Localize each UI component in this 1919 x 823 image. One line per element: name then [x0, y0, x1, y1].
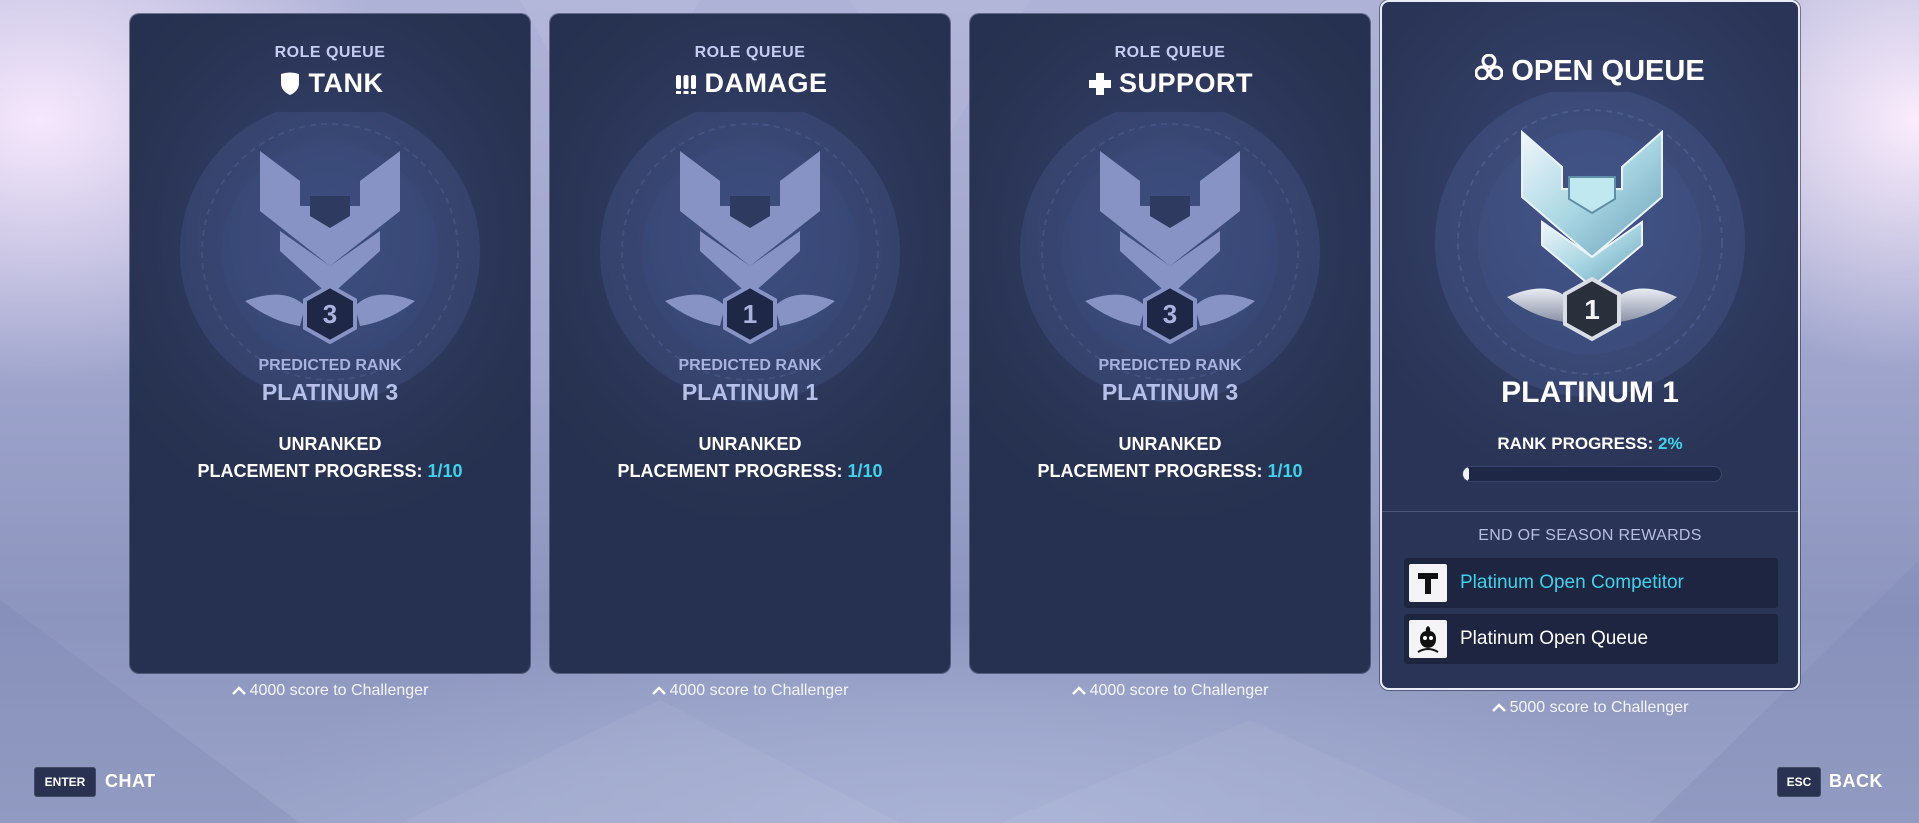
platinum-rank-icon: 3	[245, 151, 415, 345]
role-name: TANK	[308, 68, 384, 98]
placement-label: PLACEMENT PROGRESS:	[1037, 461, 1263, 481]
shield-icon	[277, 71, 303, 97]
reward-item[interactable]: Platinum Open Competitor	[1404, 558, 1778, 608]
rank-status: UNRANKED	[1118, 434, 1222, 454]
role-card-support[interactable]: ROLE QUEUE SUPPORT 3 PREDICTED RANK PLAT…	[970, 14, 1370, 673]
predicted-rank: PLATINUM 3	[261, 379, 399, 405]
platinum-rank-icon: 1	[1507, 129, 1677, 342]
chevron-up-icon	[231, 686, 246, 695]
score-text: 5000 score to Challenger	[1509, 699, 1689, 716]
predicted-rank: PLATINUM 1	[681, 379, 819, 405]
cross-icon	[1087, 71, 1113, 97]
score-text: 4000 score to Challenger	[1089, 682, 1269, 699]
platinum-rank-icon: 1	[665, 151, 835, 345]
predicted-rank-label: PREDICTED RANK	[258, 357, 402, 374]
title-t-icon	[1409, 564, 1447, 602]
role-title: SUPPORT	[970, 68, 1370, 99]
role-name: DAMAGE	[704, 68, 828, 98]
placement-value: 1/10	[427, 461, 463, 481]
enter-key[interactable]: ENTER	[34, 767, 96, 797]
score-to-challenger: 4000 score to Challenger	[130, 682, 530, 700]
divider	[1382, 511, 1798, 512]
score-to-challenger: 4000 score to Challenger	[550, 682, 950, 700]
esc-key[interactable]: ESC	[1777, 767, 1821, 797]
rank-status: UNRANKED	[698, 434, 802, 454]
predicted-rank-label: PREDICTED RANK	[678, 357, 822, 374]
three-circles-icon	[1474, 53, 1504, 88]
role-title: TANK	[130, 68, 530, 99]
chevron-up-icon	[1491, 703, 1506, 712]
predicted-rank-label: PREDICTED RANK	[1098, 357, 1242, 374]
rank-progress-bar	[1462, 466, 1722, 482]
open-queue-rank: PLATINUM 1	[1501, 376, 1679, 409]
open-queue-title: OPEN QUEUE	[1382, 53, 1798, 88]
chevron-up-icon	[651, 686, 666, 695]
chat-button[interactable]: CHAT	[105, 771, 156, 792]
rank-division-number: 3	[1163, 299, 1177, 329]
placement-label: PLACEMENT PROGRESS:	[197, 461, 423, 481]
placement-progress: PLACEMENT PROGRESS: 1/10	[130, 461, 530, 482]
rank-division-number: 1	[743, 299, 757, 329]
open-queue-label: OPEN QUEUE	[1511, 54, 1705, 87]
rank-division-number: 1	[1584, 294, 1600, 325]
rank-progress-label: RANK PROGRESS:	[1497, 434, 1654, 453]
rewards-heading: END OF SEASON REWARDS	[1478, 527, 1702, 544]
placement-label: PLACEMENT PROGRESS:	[617, 461, 843, 481]
queue-label: ROLE QUEUE	[1114, 44, 1226, 61]
open-queue-card[interactable]: OPEN QUEUE 1 PLATINUM 1 RANK PROGRESS: 2…	[1380, 0, 1800, 690]
platinum-rank-icon: 3	[1085, 151, 1255, 345]
predicted-rank: PLATINUM 3	[1101, 379, 1239, 405]
rank-progress: RANK PROGRESS: 2%	[1382, 434, 1798, 454]
placement-value: 1/10	[1267, 461, 1303, 481]
back-button[interactable]: BACK	[1829, 771, 1883, 792]
rank-progress-fill	[1463, 467, 1470, 481]
queue-label: ROLE QUEUE	[694, 44, 806, 61]
score-text: 4000 score to Challenger	[249, 682, 429, 699]
score-text: 4000 score to Challenger	[669, 682, 849, 699]
placement-progress: PLACEMENT PROGRESS: 1/10	[970, 461, 1370, 482]
rank-division-number: 3	[323, 299, 337, 329]
placement-value: 1/10	[847, 461, 883, 481]
reward-name: Platinum Open Competitor	[1460, 572, 1684, 593]
reward-name: Platinum Open Queue	[1460, 628, 1649, 649]
reward-item[interactable]: Platinum Open Queue	[1404, 614, 1778, 664]
score-to-challenger: 4000 score to Challenger	[970, 682, 1370, 700]
bullets-icon	[673, 71, 699, 97]
spray-icon	[1409, 620, 1447, 658]
placement-progress: PLACEMENT PROGRESS: 1/10	[550, 461, 950, 482]
queue-label: ROLE QUEUE	[274, 44, 386, 61]
role-card-tank[interactable]: ROLE QUEUE TANK 3 PREDICTED RANK PLATINU…	[130, 14, 530, 673]
rank-status: UNRANKED	[278, 434, 382, 454]
role-card-damage[interactable]: ROLE QUEUE DAMAGE 1 PREDICTED RANK PLATI…	[550, 14, 950, 673]
score-to-challenger: 5000 score to Challenger	[1380, 699, 1800, 717]
role-name: SUPPORT	[1118, 68, 1254, 98]
rank-progress-value: 2%	[1658, 434, 1683, 453]
role-title: DAMAGE	[550, 68, 950, 99]
chevron-up-icon	[1071, 686, 1086, 695]
